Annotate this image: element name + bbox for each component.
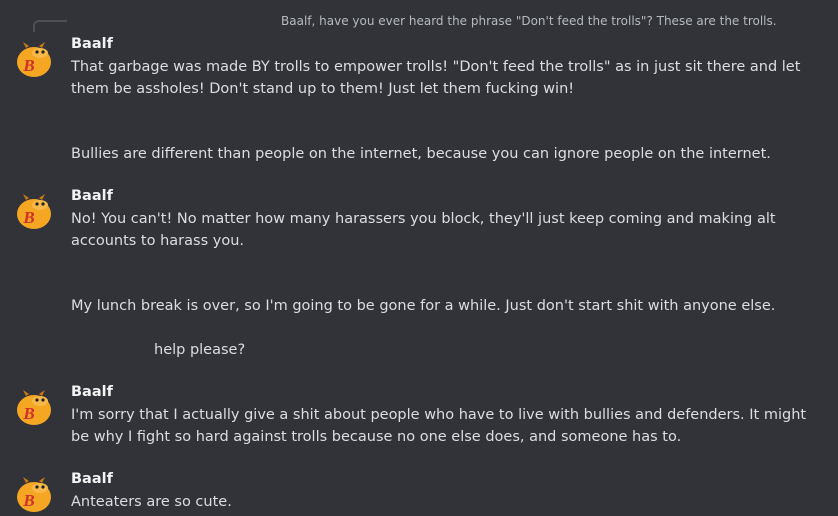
message-text: Bullies are different than people on the… xyxy=(71,146,771,162)
message-author[interactable]: Baalf xyxy=(71,469,113,489)
message-author[interactable]: Baalf xyxy=(71,186,113,206)
baalf-b-mascot-icon[interactable]: B xyxy=(14,474,54,514)
svg-text:B: B xyxy=(22,491,34,510)
message-text: help please? xyxy=(154,342,246,358)
message-text: That garbage was made BY trolls to empow… xyxy=(71,59,801,97)
svg-text:B: B xyxy=(22,208,34,227)
message-author[interactable]: Baalf xyxy=(71,34,113,54)
baalf-b-mascot-icon[interactable]: B xyxy=(14,191,54,231)
reply-spine xyxy=(33,20,67,32)
message-author[interactable]: Baalf xyxy=(71,382,113,402)
message-text: No! You can't! No matter how many harass… xyxy=(71,211,776,249)
message-text: Anteaters are so cute. xyxy=(71,494,232,510)
svg-text:B: B xyxy=(22,56,34,75)
baalf-b-mascot-icon[interactable]: B xyxy=(14,39,54,79)
baalf-b-mascot-icon[interactable]: B xyxy=(14,387,54,427)
message-text: My lunch break is over, so I'm going to … xyxy=(71,298,776,314)
reply-preview[interactable]: Baalf, have you ever heard the phrase "D… xyxy=(281,13,777,29)
svg-text:B: B xyxy=(22,404,34,423)
message-text: I'm sorry that I actually give a shit ab… xyxy=(71,407,807,445)
